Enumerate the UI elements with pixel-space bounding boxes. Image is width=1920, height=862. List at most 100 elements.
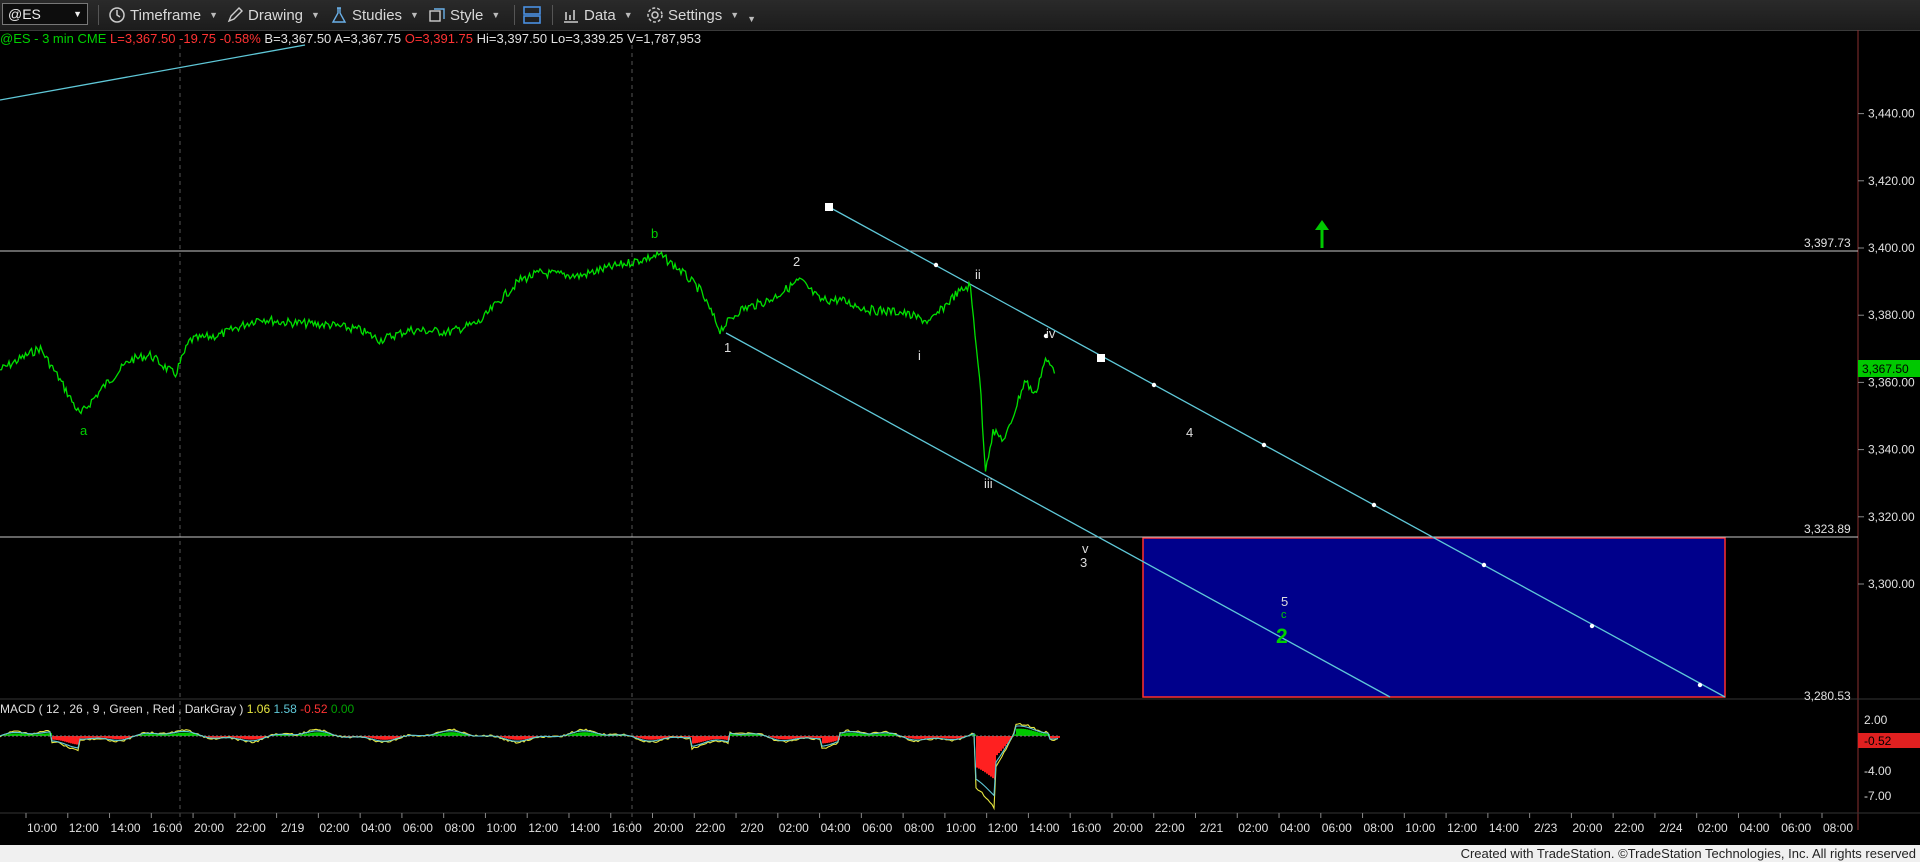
macd-histogram-bar xyxy=(862,733,864,736)
macd-histogram-bar xyxy=(846,733,848,736)
macd-histogram-bar xyxy=(726,736,728,740)
macd-histogram-bar xyxy=(750,734,752,736)
wave-label-iv: iv xyxy=(1046,326,1056,341)
trend-line[interactable] xyxy=(0,44,306,101)
drawing-button[interactable]: Drawing ▼ xyxy=(226,4,320,26)
time-tick-label: 12:00 xyxy=(988,821,1018,835)
trendline-handle[interactable] xyxy=(825,203,833,211)
macd-histogram-bar xyxy=(588,732,590,736)
time-tick-label: 08:00 xyxy=(1823,821,1853,835)
macd-histogram-bar xyxy=(22,733,24,736)
status-bar: Created with TradeStation. ©TradeStation… xyxy=(0,845,1920,862)
time-tick-label: 12:00 xyxy=(528,821,558,835)
toolbar: @ES ▼ Timeframe ▼ Drawing ▼ Studies ▼ St… xyxy=(0,0,1920,31)
layout-button[interactable] xyxy=(522,4,542,26)
wave-label-2: 2 xyxy=(793,254,800,269)
macd-histogram-bar xyxy=(86,736,88,739)
wave-label-5: 5 xyxy=(1281,594,1288,609)
macd-histogram-bar xyxy=(518,736,520,740)
trendline-handle[interactable] xyxy=(1097,354,1105,362)
macd-histogram-bar xyxy=(774,736,776,739)
macd-histogram-bar xyxy=(990,736,992,777)
macd-histogram-bar xyxy=(702,736,704,742)
studies-button[interactable]: Studies ▼ xyxy=(330,4,419,26)
macd-histogram-bar xyxy=(694,736,696,744)
macd-histogram-bar xyxy=(802,736,804,738)
target-zone-box[interactable] xyxy=(1142,537,1726,698)
data-button[interactable]: Data ▼ xyxy=(562,4,633,26)
time-tick-label: 16:00 xyxy=(152,821,182,835)
channel-marker xyxy=(1589,623,1595,629)
macd-histogram-bar xyxy=(318,732,320,736)
macd-histogram-bar xyxy=(922,736,924,739)
macd-histogram-bar xyxy=(790,736,792,739)
price-tick-label: 3,420.00 xyxy=(1868,174,1915,188)
macd-histogram-bar xyxy=(234,736,236,738)
macd-histogram-bar xyxy=(652,736,654,740)
macd-histogram-bar xyxy=(58,736,60,741)
macd-histogram-bar xyxy=(996,736,998,756)
macd-histogram-bar xyxy=(574,733,576,736)
macd-histogram-bar xyxy=(778,736,780,740)
macd-histogram-bar xyxy=(384,736,386,740)
macd-histogram-bar xyxy=(700,736,702,743)
macd-histogram-bar xyxy=(118,736,120,740)
time-tick-label: 08:00 xyxy=(904,821,934,835)
time-tick-label: 20:00 xyxy=(1572,821,1602,835)
time-tick-label: 14:00 xyxy=(1029,821,1059,835)
macd-histogram-bar xyxy=(182,732,184,736)
macd-histogram-bar xyxy=(1020,728,1022,736)
macd-histogram-bar xyxy=(786,736,788,740)
macd-histogram-bar xyxy=(1004,736,1006,747)
macd-histogram-bar xyxy=(834,736,836,742)
macd-histogram-bar xyxy=(442,733,444,736)
macd-histogram-bar xyxy=(316,732,318,736)
macd-histogram-bar xyxy=(322,732,324,736)
macd-histogram-bar xyxy=(654,736,656,740)
wave-label-v: v xyxy=(1082,541,1089,556)
timeframe-button[interactable]: Timeframe ▼ xyxy=(108,4,218,26)
style-icon xyxy=(429,8,445,22)
macd-histogram-bar xyxy=(580,732,582,736)
macd-value-4: 0.00 xyxy=(330,702,355,716)
macd-histogram-bar xyxy=(374,736,376,739)
settings-button[interactable]: Settings ▼ ▼ xyxy=(646,4,756,26)
macd-histogram-bar xyxy=(724,736,726,740)
style-label: Style xyxy=(450,6,484,24)
price-chart[interactable]: a b 1 2 i ii iii iv v 3 4 5 c 2 3,440.00… xyxy=(0,30,1920,845)
macd-histogram-bar xyxy=(252,736,254,740)
hline-lower-value: 3,323.89 xyxy=(1804,522,1851,536)
price-series xyxy=(0,250,1056,472)
macd-histogram-bar xyxy=(52,736,54,740)
chevron-down-icon: ▼ xyxy=(73,9,82,19)
macd-histogram-bar xyxy=(1030,730,1032,736)
macd-histogram-bar xyxy=(68,736,70,743)
macd-histogram-bar xyxy=(246,736,248,740)
macd-histogram-bar xyxy=(512,736,514,740)
macd-histogram-bar xyxy=(514,736,516,740)
macd-histogram-bar xyxy=(18,733,20,736)
macd-histogram-bar xyxy=(382,736,384,740)
macd-histogram-bar xyxy=(282,734,284,736)
macd-histogram-bar xyxy=(122,736,124,739)
macd-histogram-bar xyxy=(320,732,322,736)
macd-histogram-bar xyxy=(174,733,176,736)
channel-marker xyxy=(1261,442,1267,448)
time-tick-label: 06:00 xyxy=(1781,821,1811,835)
time-tick-label: 14:00 xyxy=(1489,821,1519,835)
macd-histogram-bar xyxy=(526,736,528,739)
price-tick-label: 3,400.00 xyxy=(1868,241,1915,255)
macd-histogram-bar xyxy=(1042,733,1044,736)
price-tick-label: 3,440.00 xyxy=(1868,107,1915,121)
macd-tick: -4.00 xyxy=(1864,764,1892,778)
macd-histogram-bar xyxy=(1032,730,1034,736)
macd-histogram-bar xyxy=(456,732,458,736)
symbol-selector[interactable]: @ES ▼ xyxy=(2,3,88,25)
macd-histogram-bar xyxy=(842,733,844,736)
channel-lower-line[interactable] xyxy=(725,332,1391,698)
style-button[interactable]: Style ▼ xyxy=(428,4,500,26)
macd-histogram-bar xyxy=(94,736,96,738)
macd-histogram-bar xyxy=(114,736,116,740)
macd-histogram-bar xyxy=(366,736,368,738)
time-tick-label: 08:00 xyxy=(445,821,475,835)
